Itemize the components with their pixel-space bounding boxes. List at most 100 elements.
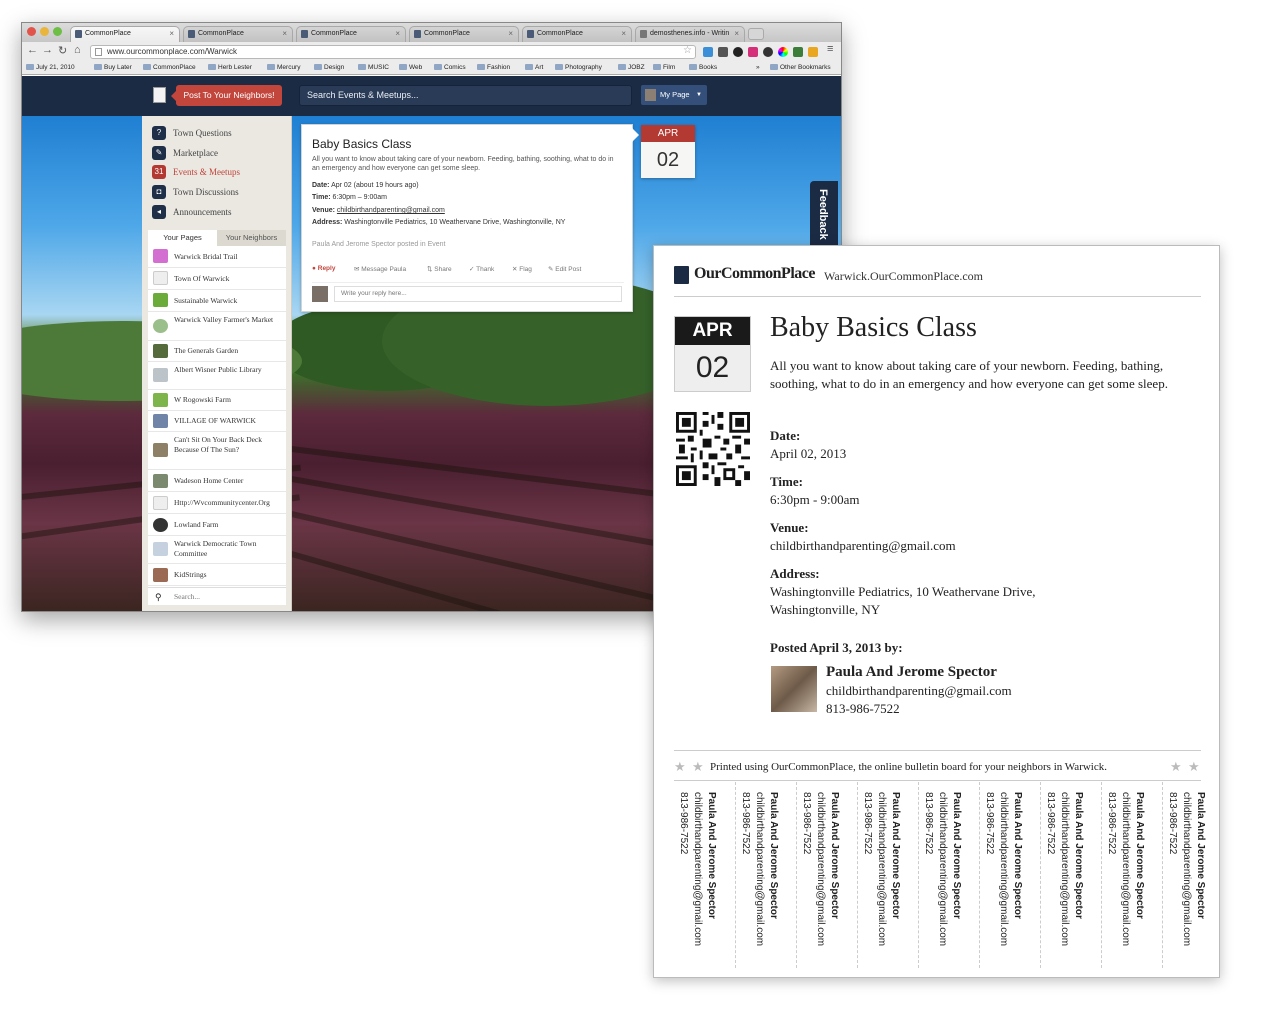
flag-button[interactable]: ✕ Flag (512, 265, 532, 273)
extension-icon[interactable] (793, 47, 803, 57)
bookmark-item[interactable]: Web (399, 64, 422, 71)
bookmark-item[interactable]: Books (689, 64, 717, 71)
bookmark-item[interactable]: Design (314, 64, 344, 71)
tearoff-phone: 813-986-7522 (1106, 792, 1117, 855)
tab-close-icon[interactable]: × (395, 27, 400, 41)
extension-icon[interactable] (718, 47, 728, 57)
bookmarks-overflow-button[interactable]: » (756, 64, 760, 71)
search-events-input[interactable]: Search Events & Meetups... (299, 85, 632, 106)
list-item[interactable]: KidStrings (148, 564, 286, 586)
tab-title: CommonPlace (198, 30, 244, 37)
folder-icon (653, 64, 661, 70)
event-title[interactable]: Baby Basics Class (312, 137, 411, 151)
extension-icon[interactable] (808, 47, 818, 57)
commonplace-logo-icon[interactable] (153, 87, 166, 103)
list-item[interactable]: Warwick Bridal Trail (148, 246, 286, 268)
list-item[interactable]: Town Of Warwick (148, 268, 286, 290)
back-arrow-icon[interactable]: ← (27, 44, 38, 56)
bookmark-item[interactable]: Herb Lester (208, 64, 252, 71)
bookmark-item[interactable]: CommonPlace (143, 64, 196, 71)
forward-arrow-icon[interactable]: → (42, 44, 53, 56)
page-name: Warwick Valley Farmer's Market (174, 315, 274, 324)
sidebar-item-town-questions[interactable]: ? Town Questions (152, 125, 232, 141)
bookmark-item[interactable]: Fashion (477, 64, 510, 71)
new-tab-button[interactable] (748, 28, 764, 40)
address-bar[interactable]: www.ourcommonplace.com/Warwick ☆ (90, 45, 696, 59)
list-item[interactable]: Warwick Democratic Town Committee (148, 536, 286, 564)
printed-flyer: OurCommonPlace Warwick.OurCommonPlace.co… (653, 245, 1220, 978)
bookmark-label: Other Bookmarks (780, 64, 831, 71)
bookmark-item[interactable]: Buy Later (94, 64, 132, 71)
bookmark-item[interactable]: Photography (555, 64, 602, 71)
tab-close-icon[interactable]: × (621, 27, 626, 41)
sidebar-item-events[interactable]: 31 Events & Meetups (152, 164, 240, 180)
tab-close-icon[interactable]: × (508, 27, 513, 41)
extension-icon[interactable] (703, 47, 713, 57)
list-item[interactable]: Sustainable Warwick (148, 290, 286, 312)
edit-post-button[interactable]: ✎ Edit Post (548, 265, 581, 273)
star-icon: ★ (674, 759, 686, 774)
browser-tab[interactable]: CommonPlace × (296, 26, 406, 42)
question-icon: ? (152, 126, 166, 140)
reply-button[interactable]: ● Reply (312, 265, 335, 272)
tab-close-icon[interactable]: × (282, 27, 287, 41)
bookmark-label: Design (324, 64, 345, 71)
browser-tab[interactable]: demosthenes.info - Writin × (635, 26, 745, 42)
my-page-button[interactable]: My Page ▼ (640, 84, 708, 106)
venue-link[interactable]: childbirthandparenting@gmail.com (337, 207, 445, 214)
bookmark-item[interactable]: July 21, 2010 (26, 64, 75, 71)
reload-icon[interactable]: ↻ (58, 44, 67, 57)
list-item[interactable]: Albert Wisner Public Library (148, 362, 286, 390)
sidebar-item-marketplace[interactable]: ✎ Marketplace (152, 145, 218, 161)
sidebar-item-announcements[interactable]: ◂ Announcements (152, 204, 232, 220)
tab-your-pages[interactable]: Your Pages (148, 230, 217, 246)
tab-close-icon[interactable]: × (734, 27, 739, 41)
sidebar-item-town-discussions[interactable]: ◘ Town Discussions (152, 184, 239, 200)
list-item[interactable]: Lowland Farm (148, 514, 286, 536)
list-item[interactable]: Http://Wvcommunitycenter.Org (148, 492, 286, 514)
home-icon[interactable]: ⌂ (74, 44, 81, 56)
menu-icon[interactable]: ≡ (827, 43, 833, 55)
reply-input[interactable]: Write your reply here... (334, 286, 622, 302)
tab-close-icon[interactable]: × (169, 27, 174, 41)
browser-tab[interactable]: CommonPlace × (522, 26, 632, 42)
minimize-window-button[interactable] (40, 27, 49, 36)
browser-tab[interactable]: CommonPlace × (409, 26, 519, 42)
list-item[interactable]: The Generals Garden (148, 341, 286, 362)
color-picker-icon[interactable] (778, 47, 788, 57)
thank-button[interactable]: ✓ Thank (469, 265, 494, 273)
close-window-button[interactable] (27, 27, 36, 36)
zoom-window-button[interactable] (53, 27, 62, 36)
sidebar-search-input[interactable]: ⚲ Search... (148, 587, 286, 605)
bookmark-item[interactable]: Film (653, 64, 675, 71)
extension-icon[interactable] (748, 47, 758, 57)
share-button[interactable]: ⇅ Share (427, 265, 452, 273)
list-item[interactable]: Wadeson Home Center (148, 470, 286, 492)
star-icon: ★ (692, 759, 704, 774)
tearoff-name: Paula And Jerome Spector (1195, 792, 1206, 919)
bookmark-item[interactable]: Comics (434, 64, 466, 71)
bookmark-item[interactable]: Art (525, 64, 543, 71)
post-to-neighbors-button[interactable]: Post To Your Neighbors! (171, 85, 282, 106)
browser-tab[interactable]: CommonPlace × (70, 26, 180, 42)
browser-tab[interactable]: CommonPlace × (183, 26, 293, 42)
tearoff-phone: 813-986-7522 (1167, 792, 1178, 855)
message-button[interactable]: ✉ Message Paula (354, 265, 406, 273)
flag-label: Flag (519, 266, 532, 273)
tab-your-neighbors[interactable]: Your Neighbors (217, 230, 286, 246)
list-item[interactable]: Warwick Valley Farmer's Market (148, 312, 286, 341)
list-item[interactable]: VILLAGE OF WARWICK (148, 411, 286, 432)
bookmark-label: Herb Lester (218, 64, 252, 71)
extension-icon[interactable] (763, 47, 773, 57)
bookmark-item[interactable]: MUSIC (358, 64, 389, 71)
list-item[interactable]: W Rogowski Farm (148, 390, 286, 411)
bookmark-item[interactable]: Mercury (267, 64, 300, 71)
extension-icon[interactable] (733, 47, 743, 57)
bookmark-star-icon[interactable]: ☆ (683, 45, 692, 57)
page-name: Sustainable Warwick (174, 296, 238, 305)
list-item[interactable]: Can't Sit On Your Back Deck Because Of T… (148, 432, 286, 470)
tear-off-strip: Paula And Jerome Spector childbirthandpar… (796, 782, 856, 968)
other-bookmarks[interactable]: Other Bookmarks (770, 64, 831, 71)
bookmark-item[interactable]: JOBZ (618, 64, 645, 71)
tab-favicon-icon (640, 30, 647, 38)
